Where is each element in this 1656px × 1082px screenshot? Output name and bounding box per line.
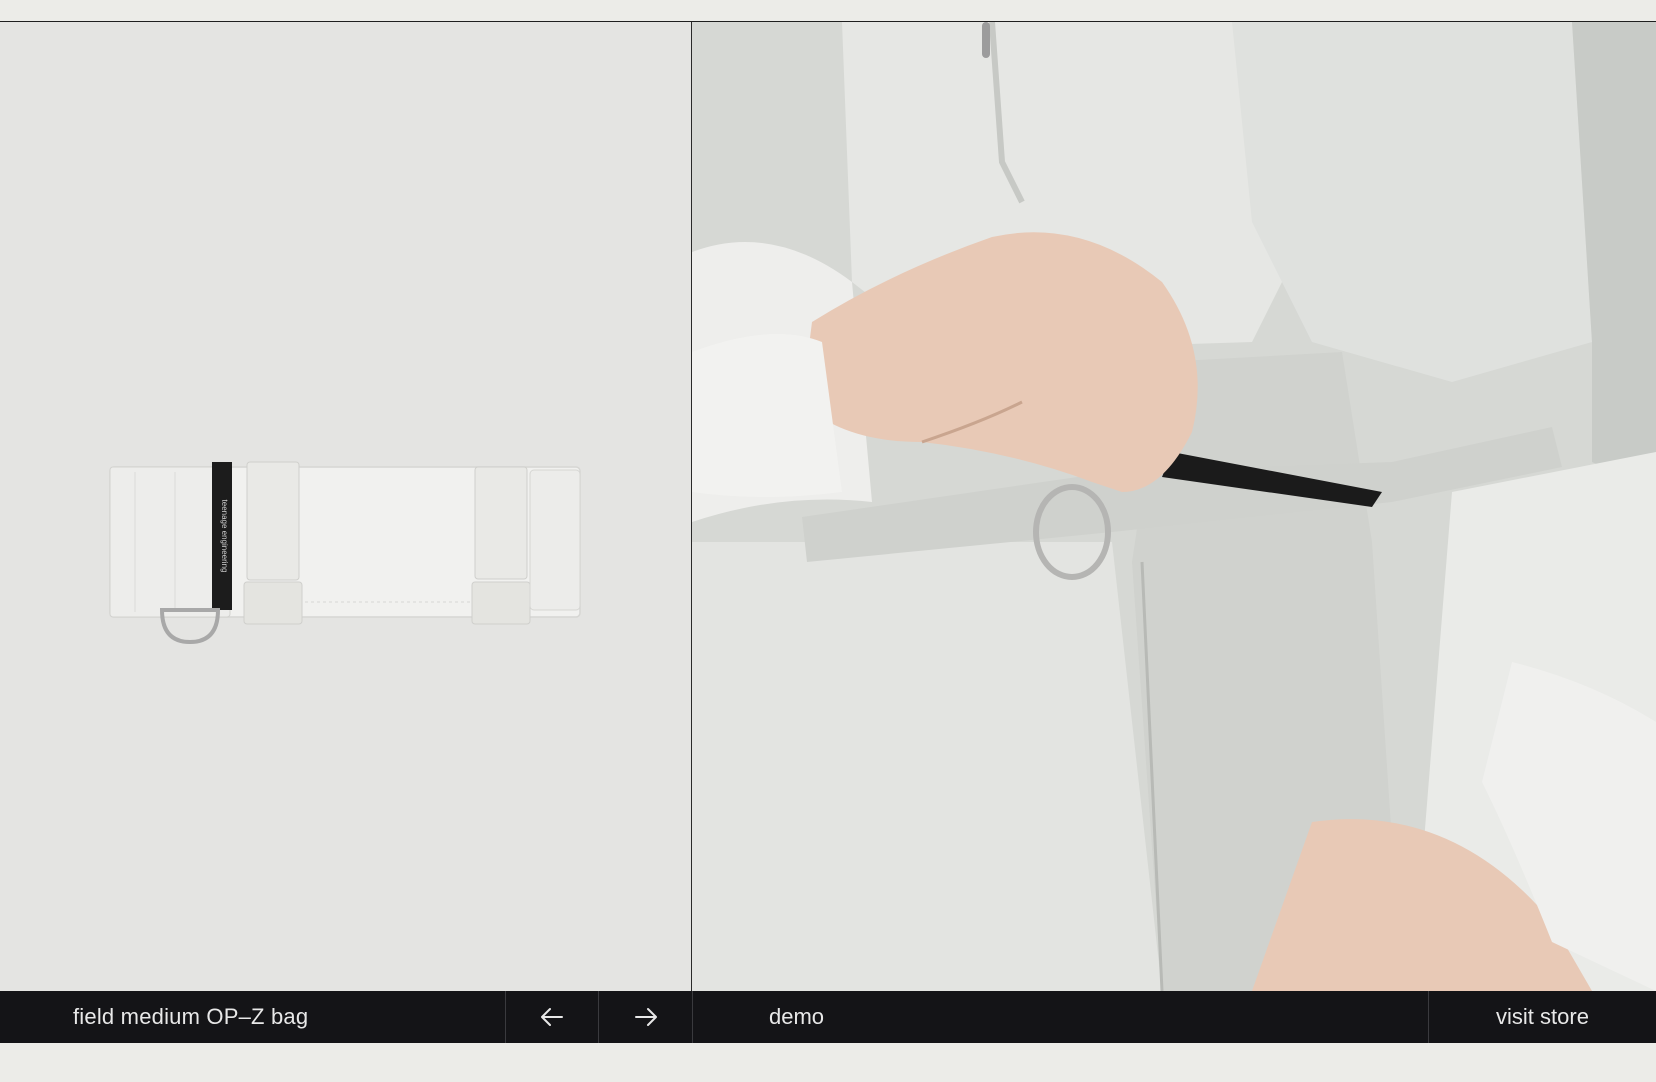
demo-image-panel[interactable] — [692, 22, 1656, 991]
product-image: teenage engineering — [109, 461, 581, 645]
visit-store-link[interactable]: visit store — [1428, 991, 1656, 1043]
product-image-panel[interactable]: teenage engineering — [0, 22, 692, 991]
arrow-left-icon — [541, 1008, 563, 1026]
strap-label: teenage engineering — [220, 500, 229, 573]
product-name: field medium OP–Z bag — [73, 1004, 309, 1029]
next-button[interactable] — [598, 991, 692, 1043]
previous-button[interactable] — [505, 991, 598, 1043]
demo-image — [692, 22, 1656, 991]
bottom-strip — [0, 1043, 1656, 1082]
demo-tab[interactable]: demo — [692, 991, 1428, 1043]
bottom-bar: field medium OP–Z bag demo visit store — [0, 991, 1656, 1043]
arrow-right-icon — [634, 1008, 657, 1026]
top-strip — [0, 0, 1656, 22]
